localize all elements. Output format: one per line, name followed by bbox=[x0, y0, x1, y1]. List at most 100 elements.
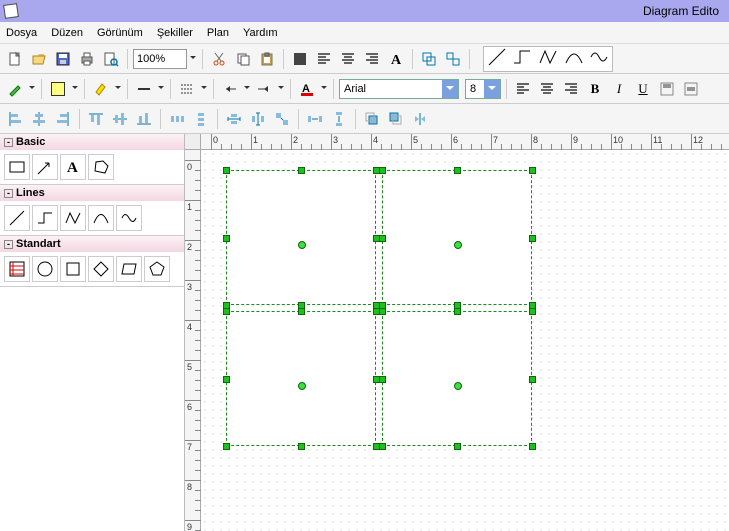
shape-diamond[interactable] bbox=[88, 256, 114, 282]
zoom-dropdown[interactable] bbox=[189, 48, 197, 70]
align-left-button[interactable] bbox=[313, 48, 335, 70]
canvas[interactable] bbox=[201, 150, 729, 531]
new-button[interactable] bbox=[4, 48, 26, 70]
fontsize-combo-arrow[interactable] bbox=[484, 80, 500, 98]
resize-handle[interactable] bbox=[298, 308, 305, 315]
brush-dd[interactable] bbox=[28, 78, 36, 100]
shape-pentagon[interactable] bbox=[144, 256, 170, 282]
align-right-edges-button[interactable] bbox=[52, 108, 74, 130]
cut-button[interactable] bbox=[208, 48, 230, 70]
align-bottom-edges-button[interactable] bbox=[133, 108, 155, 130]
line-zigzag[interactable] bbox=[60, 205, 86, 231]
selected-rectangle[interactable] bbox=[226, 311, 376, 446]
fontsize-combo[interactable]: 8 bbox=[465, 79, 501, 99]
save-button[interactable] bbox=[52, 48, 74, 70]
font-combo[interactable]: Arial bbox=[339, 79, 459, 99]
line-color-button[interactable] bbox=[133, 78, 155, 100]
rotate-handle[interactable] bbox=[454, 382, 462, 390]
open-button[interactable] bbox=[28, 48, 50, 70]
resize-handle[interactable] bbox=[529, 308, 536, 315]
align-text-center-button[interactable] bbox=[536, 78, 558, 100]
selected-rectangle[interactable] bbox=[382, 311, 532, 446]
line-style-dd[interactable] bbox=[200, 78, 208, 100]
line-wave[interactable] bbox=[116, 205, 142, 231]
menu-file[interactable]: Dosya bbox=[6, 27, 37, 39]
resize-handle[interactable] bbox=[529, 443, 536, 450]
selected-rectangle[interactable] bbox=[226, 170, 376, 305]
arrow-start-button[interactable] bbox=[219, 78, 241, 100]
fill-color-button[interactable] bbox=[47, 78, 69, 100]
distribute-h-button[interactable] bbox=[166, 108, 188, 130]
font-color-button[interactable]: A bbox=[296, 78, 318, 100]
line-zigzag-icon[interactable] bbox=[538, 47, 558, 70]
align-text-right-button[interactable] bbox=[560, 78, 582, 100]
rotate-handle[interactable] bbox=[298, 241, 306, 249]
print-preview-button[interactable] bbox=[100, 48, 122, 70]
menu-view[interactable]: Görünüm bbox=[97, 27, 143, 39]
print-button[interactable] bbox=[76, 48, 98, 70]
line-color-dd[interactable] bbox=[157, 78, 165, 100]
shape-polygon[interactable] bbox=[88, 154, 114, 180]
resize-handle[interactable] bbox=[379, 167, 386, 174]
align-center-h-button[interactable] bbox=[109, 108, 131, 130]
shape-circle[interactable] bbox=[32, 256, 58, 282]
same-size-button[interactable] bbox=[271, 108, 293, 130]
font-color-dd[interactable] bbox=[320, 78, 328, 100]
resize-handle[interactable] bbox=[379, 443, 386, 450]
group-button[interactable] bbox=[418, 48, 440, 70]
menu-help[interactable]: Yardım bbox=[243, 27, 278, 39]
rotate-handle[interactable] bbox=[454, 241, 462, 249]
align-top-edges-button[interactable] bbox=[85, 108, 107, 130]
valign-top-button[interactable] bbox=[656, 78, 678, 100]
shape-arrow[interactable] bbox=[32, 154, 58, 180]
resize-handle[interactable] bbox=[454, 443, 461, 450]
line-straight-icon[interactable] bbox=[487, 47, 507, 70]
shape-text[interactable]: A bbox=[60, 154, 86, 180]
line-straight[interactable] bbox=[4, 205, 30, 231]
line-wave-icon[interactable] bbox=[589, 47, 609, 70]
arrow-end-button[interactable] bbox=[253, 78, 275, 100]
palette-standart-header[interactable]: -Standart bbox=[0, 236, 184, 252]
shape-rectangle[interactable] bbox=[4, 154, 30, 180]
resize-handle[interactable] bbox=[298, 443, 305, 450]
ungroup-button[interactable] bbox=[442, 48, 464, 70]
align-text-left-button[interactable] bbox=[512, 78, 534, 100]
menu-shapes[interactable]: Şekiller bbox=[157, 27, 193, 39]
resize-handle[interactable] bbox=[379, 308, 386, 315]
copy-button[interactable] bbox=[232, 48, 254, 70]
resize-handle[interactable] bbox=[223, 443, 230, 450]
resize-handle[interactable] bbox=[529, 235, 536, 242]
resize-handle[interactable] bbox=[529, 376, 536, 383]
palette-lines-header[interactable]: -Lines bbox=[0, 185, 184, 201]
same-width-button[interactable] bbox=[223, 108, 245, 130]
zoom-combo[interactable]: 100% bbox=[133, 49, 187, 69]
valign-middle-button[interactable] bbox=[680, 78, 702, 100]
resize-handle[interactable] bbox=[223, 167, 230, 174]
shape-parallelogram[interactable] bbox=[116, 256, 142, 282]
shape-list[interactable] bbox=[4, 256, 30, 282]
line-step-icon[interactable] bbox=[512, 47, 532, 70]
align-right-button[interactable] bbox=[361, 48, 383, 70]
align-left-edges-button[interactable] bbox=[4, 108, 26, 130]
palette-basic-header[interactable]: -Basic bbox=[0, 134, 184, 150]
arrow-end-dd[interactable] bbox=[277, 78, 285, 100]
resize-handle[interactable] bbox=[454, 308, 461, 315]
menu-edit[interactable]: Düzen bbox=[51, 27, 83, 39]
line-style-button[interactable] bbox=[176, 78, 198, 100]
arrow-start-dd[interactable] bbox=[243, 78, 251, 100]
space-h-button[interactable] bbox=[304, 108, 326, 130]
resize-handle[interactable] bbox=[223, 376, 230, 383]
same-height-button[interactable] bbox=[247, 108, 269, 130]
line-arc[interactable] bbox=[88, 205, 114, 231]
highlight-button[interactable] bbox=[90, 78, 112, 100]
resize-handle[interactable] bbox=[379, 376, 386, 383]
resize-handle[interactable] bbox=[298, 167, 305, 174]
resize-handle[interactable] bbox=[454, 167, 461, 174]
bold-button[interactable]: B bbox=[584, 78, 606, 100]
distribute-v-button[interactable] bbox=[190, 108, 212, 130]
underline-button[interactable]: U bbox=[632, 78, 654, 100]
font-combo-arrow[interactable] bbox=[442, 80, 458, 98]
menu-plan[interactable]: Plan bbox=[207, 27, 229, 39]
brush-button[interactable] bbox=[4, 78, 26, 100]
resize-handle[interactable] bbox=[379, 235, 386, 242]
